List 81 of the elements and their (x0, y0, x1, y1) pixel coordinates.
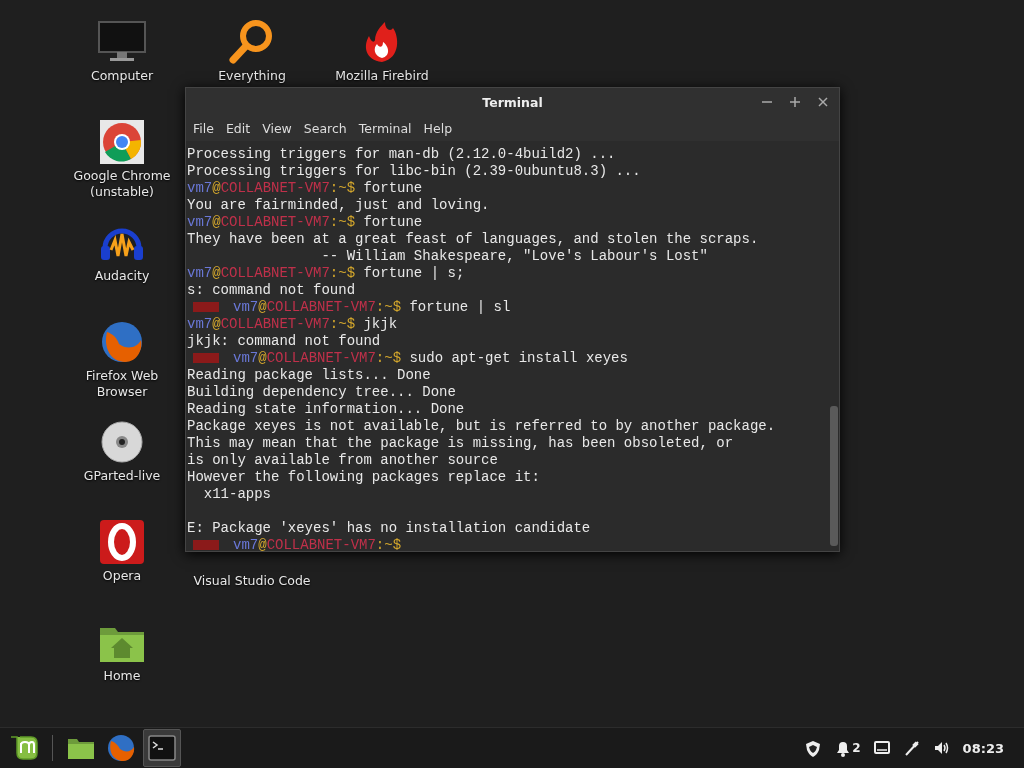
prompt-at-sign: @ (258, 350, 267, 366)
output-line: s: command not found (187, 282, 357, 299)
desktop-shortcut[interactable]: Everything (192, 18, 312, 84)
desktop-shortcut[interactable]: Opera (62, 518, 182, 584)
output-line: x11-apps (202, 486, 272, 503)
terminal-icon (146, 732, 178, 764)
prompt-host: COLLABNET-VM7 (266, 299, 376, 315)
close-icon[interactable] (817, 96, 829, 108)
desktop-shortcut[interactable]: Home (62, 618, 182, 684)
output-line: However the following packages replace it: (187, 469, 541, 486)
output-line: Reading package lists... Done (187, 367, 432, 384)
output-line: Processing triggers for man-db (2.12.0-4build2) ... (187, 146, 617, 163)
prompt-host: COLLABNET-VM7 (220, 316, 330, 332)
desktop-shortcut[interactable]: Visual Studio Code (192, 573, 312, 589)
output-line: You are fairminded, just and loving. (187, 197, 491, 214)
browser-logo-icon (97, 118, 147, 164)
command-text: fortune (362, 180, 423, 196)
output-line: Package xeyes is not available, but is referred to by another package. (187, 418, 777, 435)
notification-count: 2 (852, 741, 861, 755)
prompt-user: vm7 (233, 537, 259, 553)
desktop-shortcut[interactable]: GParted-live (62, 418, 182, 484)
output-line: -- William Shakespeare, "Love's Labour's Lost" (320, 248, 709, 265)
output-line: is only available from another source (187, 452, 499, 469)
output-line: Processing triggers for libc-bin (2.39-0ubuntu8.3) ... (187, 163, 642, 180)
menu-item[interactable]: Search (303, 121, 347, 136)
scroll-thumb[interactable] (830, 406, 838, 546)
prompt-path: :~$ (375, 537, 402, 553)
menu-item[interactable]: View (262, 121, 292, 136)
globe-fox-icon (105, 732, 137, 764)
prompt-path: :~$ (329, 214, 356, 230)
output-line: Reading state information... Done (187, 401, 466, 418)
window-title: Terminal (482, 94, 543, 110)
prompt-path: :~$ (375, 350, 402, 366)
prompt-user: vm7 (233, 299, 259, 315)
prompt-user: vm7 (187, 265, 213, 281)
prompt-host: COLLABNET-VM7 (266, 350, 376, 366)
command-text: sudo apt-get install xeyes (408, 350, 628, 366)
prompt-host: COLLABNET-VM7 (220, 180, 330, 196)
output-line: E: Package 'xeyes' has no installation candidate (187, 520, 592, 537)
menu-item[interactable]: Help (423, 121, 453, 136)
desktop-shortcut[interactable]: Firefox Web Browser (62, 318, 182, 400)
command-text: jkjk (362, 316, 398, 332)
prompt-at-sign: @ (258, 537, 267, 553)
prompt-host: COLLABNET-VM7 (220, 265, 330, 281)
prompt-user: vm7 (187, 316, 213, 332)
prompt-path: :~$ (375, 299, 402, 315)
output-line: This may mean that the package is missing, has been obsoleted, or (187, 435, 735, 452)
desktop-shortcut[interactable]: Audacity (62, 218, 182, 284)
prompt-host: COLLABNET-VM7 (220, 214, 330, 230)
clock[interactable]: 08:23 (962, 740, 1004, 756)
command-text: fortune (362, 214, 423, 230)
menu-item[interactable]: Terminal (358, 121, 412, 136)
prompt-user: vm7 (233, 350, 259, 366)
desktop-shortcut[interactable]: Mozilla Firebird (322, 18, 442, 84)
prompt-path: :~$ (329, 316, 356, 332)
display-icon[interactable] (872, 739, 891, 757)
cable-icon[interactable] (902, 739, 921, 757)
prompt-host: COLLABNET-VM7 (266, 537, 376, 553)
menu-item[interactable]: File (193, 121, 214, 136)
prompt-user: vm7 (187, 180, 213, 196)
output-line: jkjk: command not found (187, 333, 382, 350)
command-text: fortune | sl (408, 299, 511, 315)
maximize-icon[interactable] (789, 96, 801, 108)
prompt-path: :~$ (329, 265, 356, 281)
opera-logo-icon (97, 518, 147, 564)
output-line: Building dependency tree... Done (187, 384, 457, 401)
desktop-shortcut[interactable]: Google Chrome (unstable) (62, 118, 182, 200)
prompt-path: :~$ (329, 180, 356, 196)
prompt-at-sign: @ (212, 180, 221, 196)
prompt-at-sign: @ (258, 299, 267, 315)
prompt-at-sign: @ (212, 214, 221, 230)
prompt-at-sign: @ (212, 265, 221, 281)
shield-icon[interactable] (804, 739, 823, 757)
monitor-icon (97, 18, 147, 64)
command-text: fortune | s; (362, 265, 465, 281)
scrollbar[interactable] (829, 141, 839, 551)
menu-item[interactable]: Edit (225, 121, 251, 136)
output-line: They have been at a great feast of languages, and stolen the scraps. (187, 231, 760, 248)
prompt-user: vm7 (187, 214, 213, 230)
prompt-at-sign: @ (212, 316, 221, 332)
desktop-shortcut[interactable]: Computer (62, 18, 182, 84)
